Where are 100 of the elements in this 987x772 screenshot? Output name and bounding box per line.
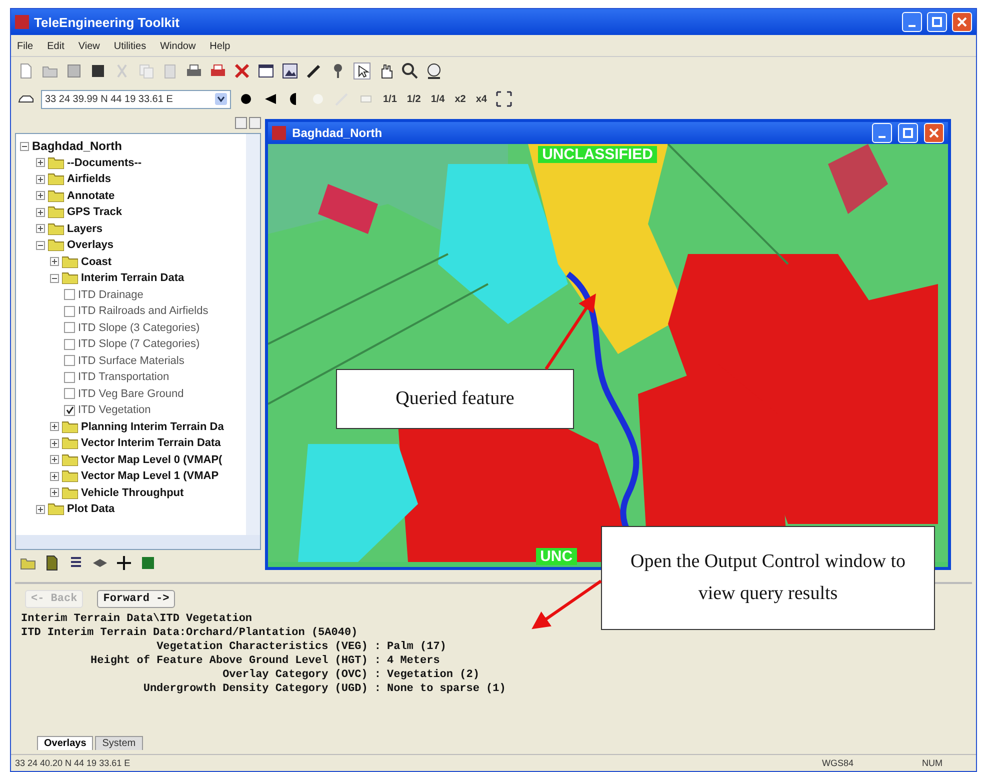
tree-item[interactable]: Vehicle Throughput bbox=[81, 486, 184, 499]
tree-item[interactable]: ITD Surface Materials bbox=[78, 354, 184, 367]
tree-item[interactable]: ITD Drainage bbox=[78, 288, 144, 301]
field-value: Vegetation (2) bbox=[387, 668, 480, 682]
folder-icon bbox=[48, 190, 64, 202]
pen-icon[interactable] bbox=[305, 62, 323, 80]
tree-item[interactable]: Annotate bbox=[67, 190, 115, 202]
pointer-icon[interactable] bbox=[353, 62, 371, 80]
expand-icon[interactable] bbox=[36, 208, 45, 217]
coordinate-field[interactable]: 33 24 39.99 N 44 19 33.61 E bbox=[41, 90, 231, 108]
scrollbar[interactable] bbox=[246, 134, 260, 535]
picture-icon[interactable] bbox=[281, 62, 299, 80]
callout-box: Queried feature bbox=[336, 369, 574, 429]
checkbox[interactable] bbox=[64, 388, 75, 400]
fit-extent-icon[interactable] bbox=[494, 90, 513, 108]
zoom-button[interactable]: x2 bbox=[452, 94, 468, 104]
search-icon[interactable] bbox=[401, 62, 419, 80]
expand-icon[interactable] bbox=[50, 257, 59, 266]
tree-item[interactable]: Planning Interim Terrain Da bbox=[81, 420, 224, 433]
folder-icon bbox=[48, 503, 64, 516]
folder-icon bbox=[62, 420, 78, 433]
tree-item[interactable]: ITD Railroads and Airfields bbox=[78, 305, 208, 318]
tree-item[interactable]: ITD Veg Bare Ground bbox=[78, 388, 184, 400]
expand-icon[interactable] bbox=[36, 224, 45, 234]
tree-item[interactable]: --Documents-- bbox=[67, 156, 142, 169]
window-icon[interactable] bbox=[257, 62, 275, 80]
minimize-icon bbox=[908, 25, 916, 27]
folder-icon bbox=[48, 173, 64, 186]
collapse-icon[interactable] bbox=[36, 240, 45, 250]
minimize-icon bbox=[878, 136, 886, 138]
menu-item[interactable]: Edit bbox=[47, 41, 64, 52]
expand-icon[interactable] bbox=[50, 422, 59, 432]
tree-item[interactable]: Layers bbox=[67, 222, 102, 235]
maximize-button[interactable] bbox=[927, 12, 947, 32]
tree-item[interactable]: Airfields bbox=[67, 173, 112, 186]
tree-item[interactable]: GPS Track bbox=[67, 206, 122, 218]
folder-icon bbox=[62, 486, 78, 499]
arrow bbox=[532, 580, 602, 630]
delete-icon[interactable] bbox=[233, 62, 251, 80]
tree-item[interactable]: ITD Transportation bbox=[78, 371, 170, 384]
folder-icon bbox=[48, 239, 64, 252]
maximize-button[interactable] bbox=[898, 123, 918, 143]
checkbox[interactable] bbox=[64, 289, 75, 300]
folder-icon bbox=[62, 437, 78, 450]
scrollbar[interactable] bbox=[16, 535, 260, 549]
zoom-button[interactable]: 1/4 bbox=[428, 94, 447, 104]
zoom-button[interactable]: 1/1 bbox=[381, 94, 399, 104]
checkbox[interactable] bbox=[64, 404, 75, 416]
expand-icon[interactable] bbox=[36, 174, 45, 184]
menu-item[interactable]: File bbox=[17, 41, 34, 52]
checkbox[interactable] bbox=[64, 322, 75, 334]
expand-icon[interactable] bbox=[50, 438, 59, 448]
expand-icon[interactable] bbox=[36, 191, 45, 200]
grid-icon[interactable] bbox=[139, 554, 157, 572]
expand-icon[interactable] bbox=[50, 455, 59, 464]
app-icon bbox=[15, 15, 29, 29]
forward-button[interactable]: Forward -> bbox=[97, 590, 176, 608]
checkbox[interactable] bbox=[64, 355, 75, 366]
tree-item[interactable]: ITD Slope (7 Categories) bbox=[78, 338, 200, 350]
tree-item[interactable]: Interim Terrain Data bbox=[81, 272, 184, 284]
document-icon[interactable] bbox=[89, 62, 107, 80]
tree-item[interactable]: ITD Slope (3 Categories) bbox=[78, 322, 200, 334]
tree-item[interactable]: Overlays bbox=[67, 239, 114, 252]
expand-icon[interactable] bbox=[50, 488, 59, 498]
menu-item[interactable]: Window bbox=[160, 41, 196, 52]
minimize-button[interactable] bbox=[235, 117, 248, 129]
folder-icon bbox=[48, 156, 64, 169]
menu-item[interactable]: View bbox=[78, 41, 100, 52]
menu-item[interactable]: Utilities bbox=[114, 41, 146, 52]
tree-item[interactable]: Coast bbox=[81, 256, 112, 268]
collapse-icon[interactable] bbox=[20, 142, 29, 151]
tab[interactable]: System bbox=[95, 736, 143, 750]
crosshair-icon[interactable] bbox=[115, 554, 133, 572]
expand-icon[interactable] bbox=[36, 504, 45, 514]
tree-item[interactable]: Vector Interim Terrain Data bbox=[81, 437, 221, 450]
status-coordinates: 33 24 40.20 N 44 19 33.61 E bbox=[15, 758, 132, 768]
classification-banner: UNCLASSIFIED bbox=[538, 146, 657, 163]
checkbox[interactable] bbox=[64, 372, 75, 383]
tree-item[interactable]: Plot Data bbox=[67, 503, 115, 516]
expand-icon[interactable] bbox=[50, 472, 59, 481]
save-icon[interactable] bbox=[65, 62, 83, 80]
collapse-icon[interactable] bbox=[50, 274, 59, 283]
expand-icon[interactable] bbox=[36, 158, 45, 168]
tree-item[interactable]: Vector Map Level 1 (VMAP bbox=[81, 470, 219, 482]
folder-icon bbox=[62, 470, 78, 482]
app-icon bbox=[272, 126, 286, 140]
menu-item[interactable]: Help bbox=[210, 41, 230, 52]
field-value: Palm (17) bbox=[387, 640, 448, 654]
checkbox[interactable] bbox=[64, 338, 75, 350]
folder-icon bbox=[62, 256, 78, 268]
globe-icon[interactable] bbox=[425, 62, 443, 80]
tree-item[interactable]: Vector Map Level 0 (VMAP( bbox=[81, 454, 222, 466]
tab[interactable]: Overlays bbox=[37, 736, 94, 750]
tree-item[interactable]: ITD Vegetation bbox=[78, 404, 151, 416]
zoom-button[interactable]: 1/2 bbox=[404, 94, 423, 104]
tree-item[interactable]: Baghdad_North bbox=[32, 139, 122, 154]
close-button[interactable] bbox=[249, 117, 262, 129]
checkbox[interactable] bbox=[64, 306, 75, 317]
zoom-button[interactable]: x4 bbox=[474, 94, 489, 104]
field-value: 4 Meters bbox=[387, 654, 441, 668]
